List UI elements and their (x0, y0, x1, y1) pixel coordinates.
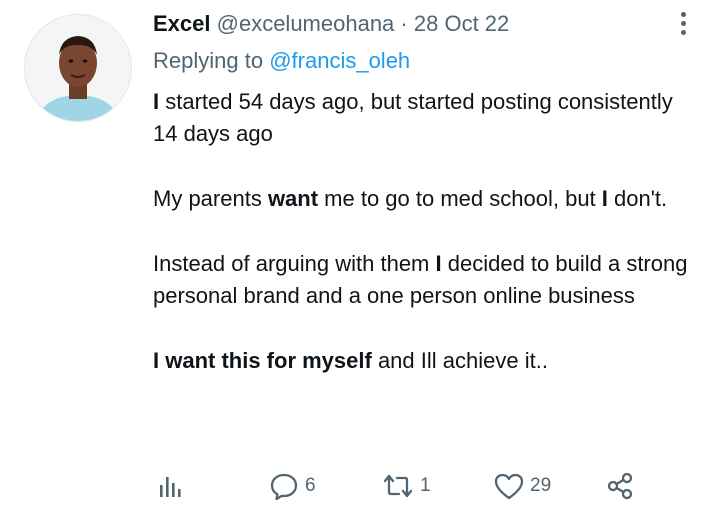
bold-text-segment: I want this for myself (153, 348, 372, 373)
retweet-button[interactable]: 1 (381, 466, 431, 506)
share-nodes-icon (607, 472, 633, 500)
tweet-paragraph: I started 54 days ago, but started posti… (153, 86, 698, 150)
more-options-icon[interactable] (668, 8, 698, 38)
text-segment: started 54 days ago, but started posting… (153, 89, 673, 146)
replying-to-line: Replying to @francis_oleh (153, 47, 410, 75)
separator-dot: · (400, 11, 408, 36)
tweet-date[interactable]: 28 Oct 22 (414, 11, 509, 36)
text-segment: My parents (153, 186, 268, 211)
like-button[interactable]: 29 (493, 466, 551, 506)
heart-icon (494, 473, 524, 500)
tweet-text: I started 54 days ago, but started posti… (153, 86, 698, 410)
speech-bubble-icon (270, 473, 298, 501)
retweet-count: 1 (420, 475, 431, 496)
like-count: 29 (530, 475, 552, 496)
replying-to-label: Replying to (153, 48, 264, 73)
author-name[interactable]: Excel (153, 11, 211, 36)
tweet-paragraph: Instead of arguing with them I decided t… (153, 248, 698, 312)
text-segment: don't. (607, 186, 668, 211)
action-bar: 6 1 29 (153, 466, 653, 506)
text-segment: Instead of arguing with them (153, 251, 436, 276)
text-segment: and Ill achieve it.. (371, 348, 548, 373)
author-handle[interactable]: @excelumeohana (217, 11, 395, 36)
bold-text-segment: want (267, 186, 319, 211)
tweet-paragraph: My parents want me to go to med school, … (153, 183, 698, 215)
tweet-paragraph: I want this for myself and Ill achieve i… (153, 345, 698, 377)
tweet-header: Excel @excelumeohana · 28 Oct 22 (153, 10, 509, 38)
avatar-photo (25, 15, 131, 121)
tweet: Excel @excelumeohana · 28 Oct 22 Replyin… (0, 0, 720, 525)
share-button[interactable] (605, 466, 635, 506)
reply-button[interactable]: 6 (268, 466, 316, 506)
bar-chart-icon (160, 477, 181, 497)
text-segment: me to go to med school, but (318, 186, 602, 211)
replying-to-mention[interactable]: @francis_oleh (269, 48, 410, 73)
analytics-button[interactable] (153, 466, 183, 506)
retweet-arrows-icon (383, 474, 413, 498)
avatar[interactable] (24, 14, 132, 122)
reply-count: 6 (305, 475, 316, 496)
